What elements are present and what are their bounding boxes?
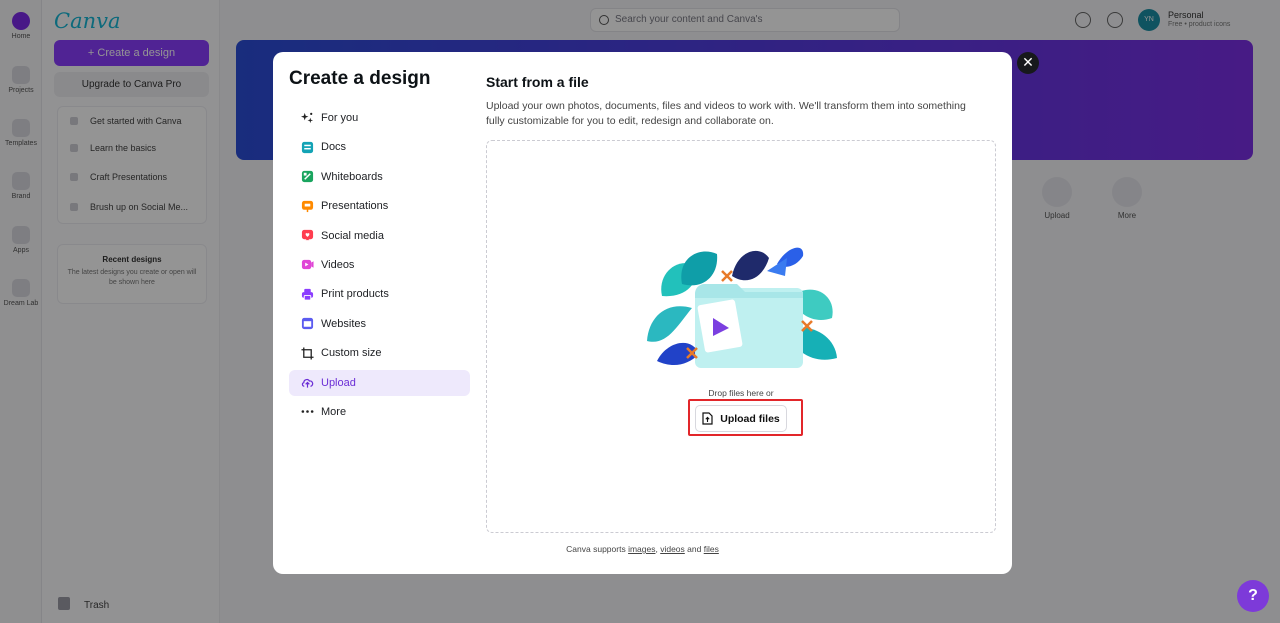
modal-title: Create a design (289, 68, 431, 89)
section-description: Upload your own photos, documents, files… (486, 100, 966, 127)
docs-icon (301, 141, 314, 153)
video-icon (301, 260, 314, 270)
supported-formats-text: Canva supports images, videos and files (566, 544, 719, 554)
nav-item-presentations[interactable]: Presentations (289, 193, 470, 219)
images-link[interactable]: images (628, 544, 655, 554)
nav-item-websites[interactable]: Websites (289, 311, 470, 337)
file-dropzone[interactable]: Drop files here or Upload files (486, 140, 996, 533)
nav-item-print-products[interactable]: Print products (289, 281, 470, 307)
nav-item-social-media[interactable]: Social media (289, 223, 470, 249)
printer-icon (301, 288, 314, 301)
nav-item-for-you[interactable]: For you (289, 105, 470, 131)
more-icon (301, 410, 314, 414)
nav-item-docs[interactable]: Docs (289, 134, 470, 160)
videos-link[interactable]: videos (660, 544, 685, 554)
drop-files-text: Drop files here or (708, 388, 774, 398)
file-upload-icon (702, 412, 713, 425)
crop-icon (301, 347, 314, 360)
website-icon (301, 318, 314, 330)
files-link[interactable]: files (704, 544, 719, 554)
upload-files-button[interactable]: Upload files (695, 405, 787, 432)
nav-item-whiteboards[interactable]: Whiteboards (289, 164, 470, 190)
sparkle-icon (301, 112, 314, 123)
nav-item-more[interactable]: More (289, 399, 470, 425)
section-title: Start from a file (486, 74, 589, 90)
upload-folder-illustration (647, 247, 837, 368)
close-modal-button[interactable]: ✕ (1017, 52, 1039, 74)
nav-item-videos[interactable]: Videos (289, 252, 470, 278)
category-nav: For you Docs Whiteboards Presentations S… (289, 105, 470, 428)
help-button[interactable]: ? (1237, 580, 1269, 612)
whiteboard-icon (301, 171, 314, 183)
nav-item-upload[interactable]: Upload (289, 369, 470, 396)
heart-icon (301, 229, 314, 241)
cloud-upload-icon (301, 378, 314, 388)
create-design-modal: Create a design For you Docs Whiteboards… (273, 52, 1012, 574)
nav-item-custom-size[interactable]: Custom size (289, 340, 470, 366)
presentation-icon (301, 200, 314, 212)
